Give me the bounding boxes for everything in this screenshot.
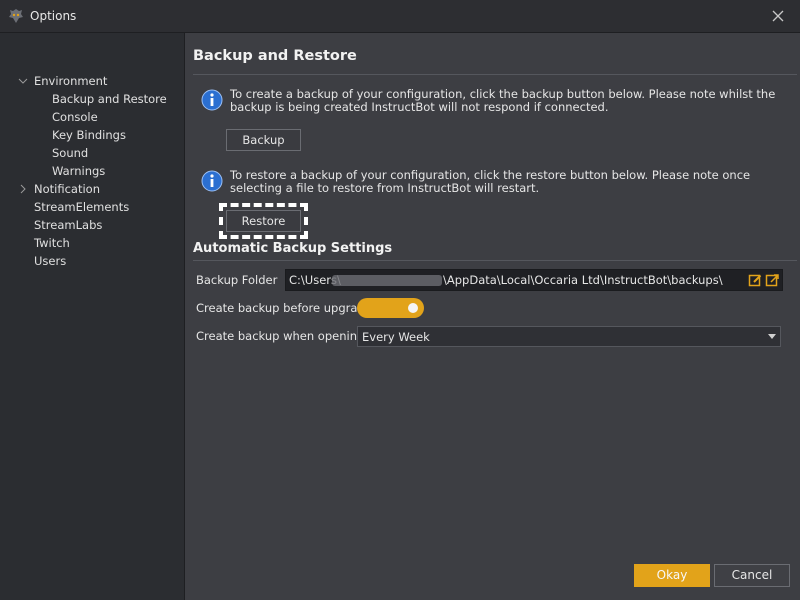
sidebar-item-key-bindings[interactable]: Key Bindings — [52, 126, 126, 144]
chevron-right-icon[interactable] — [18, 180, 28, 198]
okay-button[interactable]: Okay — [634, 564, 710, 587]
create-before-upgrading-toggle[interactable] — [357, 298, 424, 318]
sidebar-item-warnings[interactable]: Warnings — [52, 162, 105, 180]
edit-icon[interactable] — [748, 273, 763, 288]
sidebar-item-users[interactable]: Users — [34, 252, 66, 270]
create-when-opening-label: Create backup when opening — [196, 329, 365, 343]
backup-folder-path-suffix: \AppData\Local\Occaria Ltd\InstructBot\b… — [443, 273, 723, 287]
sidebar-item-backup-and-restore[interactable]: Backup and Restore — [52, 90, 167, 108]
page-title: Backup and Restore — [193, 48, 357, 64]
restore-info-text: To restore a backup of your configuratio… — [230, 168, 751, 195]
sidebar-item-sound[interactable]: Sound — [52, 144, 88, 162]
restore-button[interactable]: Restore — [226, 210, 301, 232]
create-before-upgrading-label: Create backup before upgrading — [196, 301, 383, 315]
backup-folder-field[interactable]: C:\Users\ \AppData\Local\Occaria Ltd\Ins… — [285, 269, 783, 291]
open-folder-icon[interactable] — [765, 273, 780, 288]
redacted-username — [332, 275, 442, 286]
backup-button[interactable]: Backup — [226, 129, 301, 151]
section-divider — [193, 260, 797, 261]
sidebar-item-streamelements[interactable]: StreamElements — [34, 198, 129, 216]
info-icon — [201, 89, 223, 111]
sidebar-item-console[interactable]: Console — [52, 108, 98, 126]
info-icon — [201, 170, 223, 192]
section-title: Automatic Backup Settings — [193, 241, 393, 256]
create-when-opening-value: Every Week — [362, 330, 430, 344]
cancel-button[interactable]: Cancel — [714, 564, 790, 587]
toggle-knob — [408, 303, 418, 313]
close-icon[interactable] — [770, 8, 786, 24]
settings-sidebar: Environment Backup and Restore Console K… — [0, 33, 185, 600]
backup-folder-label: Backup Folder — [196, 273, 278, 287]
sidebar-item-streamlabs[interactable]: StreamLabs — [34, 216, 102, 234]
sidebar-item-twitch[interactable]: Twitch — [34, 234, 70, 252]
chevron-down-icon — [768, 334, 776, 339]
create-when-opening-select[interactable]: Every Week — [357, 326, 781, 347]
sidebar-item-environment[interactable]: Environment — [34, 72, 107, 90]
chevron-down-icon[interactable] — [18, 72, 28, 90]
backup-info-text: To create a backup of your configuration… — [230, 87, 776, 114]
window-title: Options — [30, 9, 77, 23]
heading-divider — [193, 74, 797, 75]
sidebar-item-notification[interactable]: Notification — [34, 180, 100, 198]
instructbot-logo-icon — [9, 9, 23, 23]
settings-content: Backup and Restore To create a backup of… — [185, 33, 800, 600]
title-bar: Options — [0, 0, 800, 33]
